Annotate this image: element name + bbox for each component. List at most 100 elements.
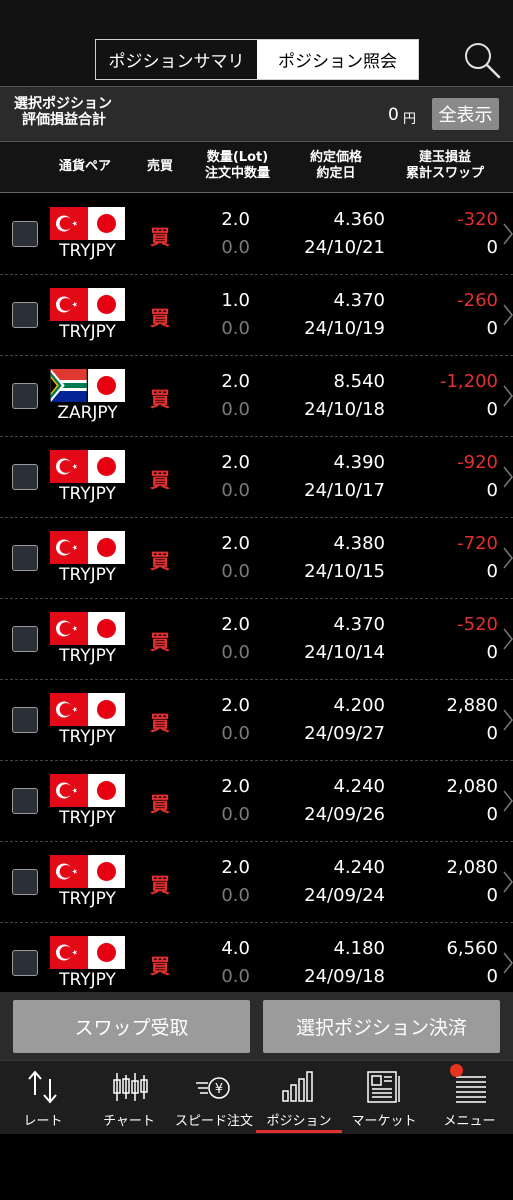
- contract-price: 4.240: [333, 776, 385, 797]
- position-row[interactable]: TRYJPY 買 2.0 0.0 4.370 24/10/14 -520 0: [0, 599, 513, 680]
- position-row[interactable]: TRYJPY 買 2.0 0.0 4.390 24/10/17 -920 0: [0, 437, 513, 518]
- nav-label-chart: チャート: [103, 1114, 155, 1129]
- japan-flag-icon: [87, 207, 125, 240]
- nav-item-menu[interactable]: メニュー: [426, 1061, 513, 1135]
- position-row[interactable]: TRYJPY 買 2.0 0.0 4.240 24/09/24 2,080 0: [0, 842, 513, 923]
- active-tab-indicator: [256, 1130, 342, 1133]
- pair-name: TRYJPY: [59, 970, 116, 990]
- japan-flag-icon: [87, 531, 125, 564]
- side-label: 買: [150, 306, 170, 330]
- contract-date: 24/10/14: [304, 642, 385, 663]
- col-price-line1: 約定価格: [309, 150, 362, 165]
- contract-date: 24/10/21: [304, 237, 385, 258]
- row-checkbox[interactable]: [12, 626, 38, 652]
- position-row[interactable]: TRYJPY 買 1.0 0.0 4.370 24/10/19 -260 0: [0, 275, 513, 356]
- accumulated-swap: 0: [486, 399, 498, 420]
- settle-selected-button[interactable]: 選択ポジション決済: [263, 1000, 500, 1053]
- position-pl: 2,880: [446, 695, 498, 716]
- search-icon[interactable]: [461, 40, 501, 80]
- turkey-flag-icon: [50, 450, 88, 483]
- col-pl-line2: 累計スワップ: [405, 166, 484, 181]
- col-pair: 通貨ペア: [58, 159, 111, 174]
- position-row[interactable]: TRYJPY 買 2.0 0.0 4.380 24/10/15 -720 0: [0, 518, 513, 599]
- pair-name: TRYJPY: [59, 241, 116, 261]
- qty-value: 2.0: [221, 614, 250, 635]
- side-label: 買: [150, 549, 170, 573]
- speed-order-yen-icon: ¥: [196, 1077, 230, 1099]
- ordering-qty-value: 0.0: [221, 966, 250, 987]
- nav-label-position: ポジション: [266, 1114, 332, 1129]
- row-checkbox[interactable]: [12, 788, 38, 814]
- nav-item-position[interactable]: ポジション: [256, 1061, 342, 1135]
- position-pl: -260: [457, 290, 498, 311]
- side-label: 買: [150, 711, 170, 735]
- pair-name: TRYJPY: [59, 889, 116, 909]
- row-checkbox[interactable]: [12, 302, 38, 328]
- position-pl: -1,200: [439, 371, 498, 392]
- japan-flag-icon: [87, 936, 125, 969]
- newspaper-icon: [367, 1071, 400, 1103]
- accumulated-swap: 0: [486, 885, 498, 906]
- row-checkbox[interactable]: [12, 869, 38, 895]
- chevron-right-icon: [503, 385, 513, 407]
- system-nav-area: [0, 1134, 513, 1200]
- japan-flag-icon: [87, 855, 125, 888]
- position-row[interactable]: TRYJPY 買 2.0 0.0 4.200 24/09/27 2,880 0: [0, 680, 513, 761]
- side-label: 買: [150, 954, 170, 978]
- try-jpy-flag-icon: [50, 531, 125, 564]
- contract-price: 4.240: [333, 857, 385, 878]
- swap-receive-button[interactable]: スワップ受取: [13, 1000, 250, 1053]
- position-pl: 6,560: [446, 938, 498, 959]
- row-checkbox[interactable]: [12, 707, 38, 733]
- nav-item-chart[interactable]: チャート: [86, 1061, 172, 1135]
- col-price-line2: 約定日: [316, 166, 356, 181]
- tab-position-inquiry[interactable]: ポジション照会: [257, 40, 418, 79]
- position-row[interactable]: TRYJPY 買 4.0 0.0 4.180 24/09/18 6,560 0: [0, 923, 513, 992]
- show-all-button[interactable]: 全表示: [432, 98, 499, 130]
- row-checkbox[interactable]: [12, 545, 38, 571]
- japan-flag-icon: [87, 612, 125, 645]
- row-checkbox[interactable]: [12, 221, 38, 247]
- ordering-qty-value: 0.0: [221, 237, 250, 258]
- nav-item-market[interactable]: マーケット: [342, 1061, 426, 1135]
- position-pl: 2,080: [446, 776, 498, 797]
- ordering-qty-value: 0.0: [221, 723, 250, 744]
- zar-jpy-flag-icon: [50, 369, 125, 402]
- qty-value: 4.0: [221, 938, 250, 959]
- ordering-qty-value: 0.0: [221, 885, 250, 906]
- action-bar: スワップ受取 選択ポジション決済: [0, 992, 513, 1060]
- tab-position-summary[interactable]: ポジションサマリ: [96, 40, 257, 79]
- row-checkbox[interactable]: [12, 950, 38, 976]
- pair-name: TRYJPY: [59, 646, 116, 666]
- table-header: 通貨ペア 売買 数量(Lot) 注文中数量 約定価格 約定日 建玉損益 累計スワ…: [0, 142, 513, 193]
- accumulated-swap: 0: [486, 723, 498, 744]
- contract-date: 24/10/17: [304, 480, 385, 501]
- position-row[interactable]: TRYJPY 買 2.0 0.0 4.360 24/10/21 -320 0: [0, 194, 513, 275]
- pair-name: TRYJPY: [59, 808, 116, 828]
- position-row[interactable]: TRYJPY 買 2.0 0.0 4.240 24/09/26 2,080 0: [0, 761, 513, 842]
- rate-arrows-icon: [28, 1070, 57, 1104]
- ordering-qty-value: 0.0: [221, 399, 250, 420]
- ordering-qty-value: 0.0: [221, 480, 250, 501]
- nav-item-speed-order[interactable]: ¥ スピード注文: [172, 1061, 256, 1135]
- nav-item-rate[interactable]: レート: [0, 1061, 86, 1135]
- position-pl: 2,080: [446, 857, 498, 878]
- contract-date: 24/09/26: [304, 804, 385, 825]
- try-jpy-flag-icon: [50, 612, 125, 645]
- position-pl: -320: [457, 209, 498, 230]
- view-segmented-control: ポジションサマリ ポジション照会: [95, 39, 419, 80]
- chevron-right-icon: [503, 952, 513, 974]
- chevron-right-icon: [503, 709, 513, 731]
- row-checkbox[interactable]: [12, 464, 38, 490]
- position-row[interactable]: ZARJPY 買 2.0 0.0 8.540 24/10/18 -1,200 0: [0, 356, 513, 437]
- bar-chart-icon: [282, 1071, 313, 1102]
- turkey-flag-icon: [50, 207, 88, 240]
- contract-date: 24/09/24: [304, 885, 385, 906]
- pair-name: ZARJPY: [57, 403, 118, 423]
- qty-value: 2.0: [221, 776, 250, 797]
- chevron-right-icon: [503, 790, 513, 812]
- position-list[interactable]: TRYJPY 買 2.0 0.0 4.360 24/10/21 -320 0 T…: [0, 194, 513, 992]
- contract-date: 24/10/19: [304, 318, 385, 339]
- row-checkbox[interactable]: [12, 383, 38, 409]
- turkey-flag-icon: [50, 693, 88, 726]
